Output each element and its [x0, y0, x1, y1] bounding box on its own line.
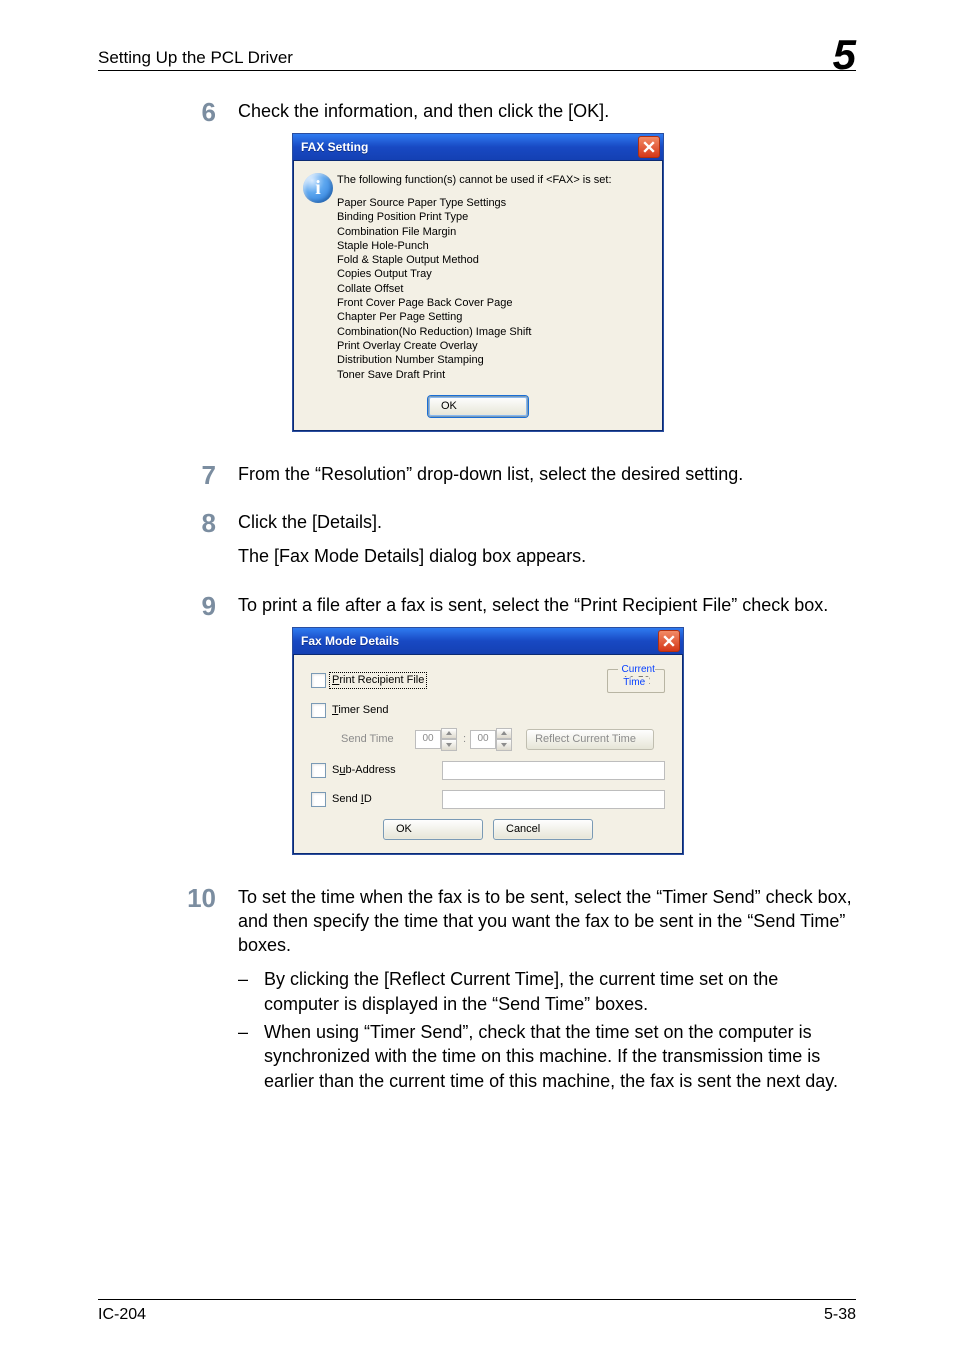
fn-line: Copies Output Tray: [337, 267, 649, 281]
step-text: Check the information, and then click th…: [238, 99, 856, 123]
running-title: Setting Up the PCL Driver: [98, 48, 293, 68]
bullet-text: When using “Timer Send”, check that the …: [264, 1020, 856, 1093]
spin-up-icon[interactable]: [496, 728, 512, 740]
sub-bullet: – By clicking the [Reflect Current Time]…: [238, 967, 856, 1016]
dialog-title: FAX Setting: [301, 139, 638, 155]
running-header: Setting Up the PCL Driver 5: [98, 30, 856, 71]
fax-setting-dialog: FAX Setting i The following function(s) …: [292, 133, 664, 432]
minute-value: 00: [470, 730, 496, 749]
send-id-input[interactable]: [442, 790, 665, 809]
ok-button[interactable]: OK: [428, 396, 528, 417]
step-number: 6: [158, 99, 238, 448]
spin-up-icon[interactable]: [441, 728, 457, 740]
close-icon: [643, 141, 655, 153]
reflect-current-time-button[interactable]: Reflect Current Time: [526, 729, 654, 750]
send-time-minute-spinner[interactable]: 00: [470, 728, 512, 751]
step-7: 7 From the “Resolution” drop-down list, …: [98, 462, 856, 496]
fn-line: Combination File Margin: [337, 225, 649, 239]
bullet-text: By clicking the [Reflect Current Time], …: [264, 967, 856, 1016]
print-recipient-file-label: Print Recipient File: [329, 672, 427, 689]
fn-line: Fold & Staple Output Method: [337, 253, 649, 267]
step-number: 7: [158, 462, 238, 496]
sub-address-label: Sub-Address: [332, 763, 442, 778]
fn-line: Staple Hole-Punch: [337, 239, 649, 253]
fn-line: Print Overlay Create Overlay: [337, 339, 649, 353]
send-id-label: Send ID: [332, 792, 442, 807]
fn-line: Binding Position Print Type: [337, 210, 649, 224]
step-6: 6 Check the information, and then click …: [98, 99, 856, 448]
footer-left: IC-204: [98, 1306, 146, 1324]
send-time-hour-spinner[interactable]: 00: [415, 728, 457, 751]
current-time-label: Current Time: [618, 664, 655, 689]
send-time-label: Send Time: [341, 732, 415, 747]
timer-send-checkbox[interactable]: [311, 703, 326, 718]
close-icon: [663, 635, 675, 647]
spin-down-icon[interactable]: [496, 739, 512, 751]
dialog-title: Fax Mode Details: [301, 633, 658, 649]
titlebar[interactable]: Fax Mode Details: [293, 628, 683, 655]
fn-line: Collate Offset: [337, 282, 649, 296]
step-8: 8 Click the [Details]. The [Fax Mode Det…: [98, 510, 856, 579]
step-9: 9 To print a file after a fax is sent, s…: [98, 593, 856, 871]
ok-button[interactable]: OK: [383, 819, 483, 840]
send-time-row: Send Time 00 : 00: [341, 728, 665, 751]
print-recipient-file-checkbox[interactable]: [311, 673, 326, 688]
info-icon: i: [303, 173, 333, 203]
dialog-intro: The following function(s) cannot be used…: [337, 173, 649, 188]
fn-line: Toner Save Draft Print: [337, 368, 649, 382]
step-text: Click the [Details].: [238, 510, 856, 534]
step-number: 9: [158, 593, 238, 871]
send-id-checkbox[interactable]: [311, 792, 326, 807]
step-text: The [Fax Mode Details] dialog box appear…: [238, 544, 856, 568]
footer-right: 5-38: [824, 1306, 856, 1324]
step-text: To set the time when the fax is to be se…: [238, 885, 856, 958]
fn-line: Distribution Number Stamping: [337, 353, 649, 367]
sub-address-input[interactable]: [442, 761, 665, 780]
titlebar[interactable]: FAX Setting: [293, 134, 663, 161]
current-time-group: Current Time 10:52: [607, 669, 665, 693]
sub-address-checkbox[interactable]: [311, 763, 326, 778]
cancel-button[interactable]: Cancel: [493, 819, 593, 840]
fn-line: Combination(No Reduction) Image Shift: [337, 325, 649, 339]
fn-line: Front Cover Page Back Cover Page: [337, 296, 649, 310]
close-button[interactable]: [638, 136, 660, 158]
fn-line: Paper Source Paper Type Settings: [337, 196, 649, 210]
spin-down-icon[interactable]: [441, 739, 457, 751]
page-footer: IC-204 5-38: [98, 1299, 856, 1324]
close-button[interactable]: [658, 630, 680, 652]
timer-send-label: Timer Send: [332, 703, 388, 718]
step-number: 10: [158, 885, 238, 1097]
fn-line: Chapter Per Page Setting: [337, 310, 649, 324]
dialog-function-list: Paper Source Paper Type Settings Binding…: [337, 196, 649, 382]
hour-value: 00: [415, 730, 441, 749]
fax-mode-details-dialog: Fax Mode Details Print Recipient File: [292, 627, 684, 855]
chapter-number: 5: [833, 36, 856, 74]
sub-bullet: – When using “Timer Send”, check that th…: [238, 1020, 856, 1093]
step-text: From the “Resolution” drop-down list, se…: [238, 462, 856, 486]
step-number: 8: [158, 510, 238, 579]
step-10: 10 To set the time when the fax is to be…: [98, 885, 856, 1097]
step-text: To print a file after a fax is sent, sel…: [238, 593, 856, 617]
